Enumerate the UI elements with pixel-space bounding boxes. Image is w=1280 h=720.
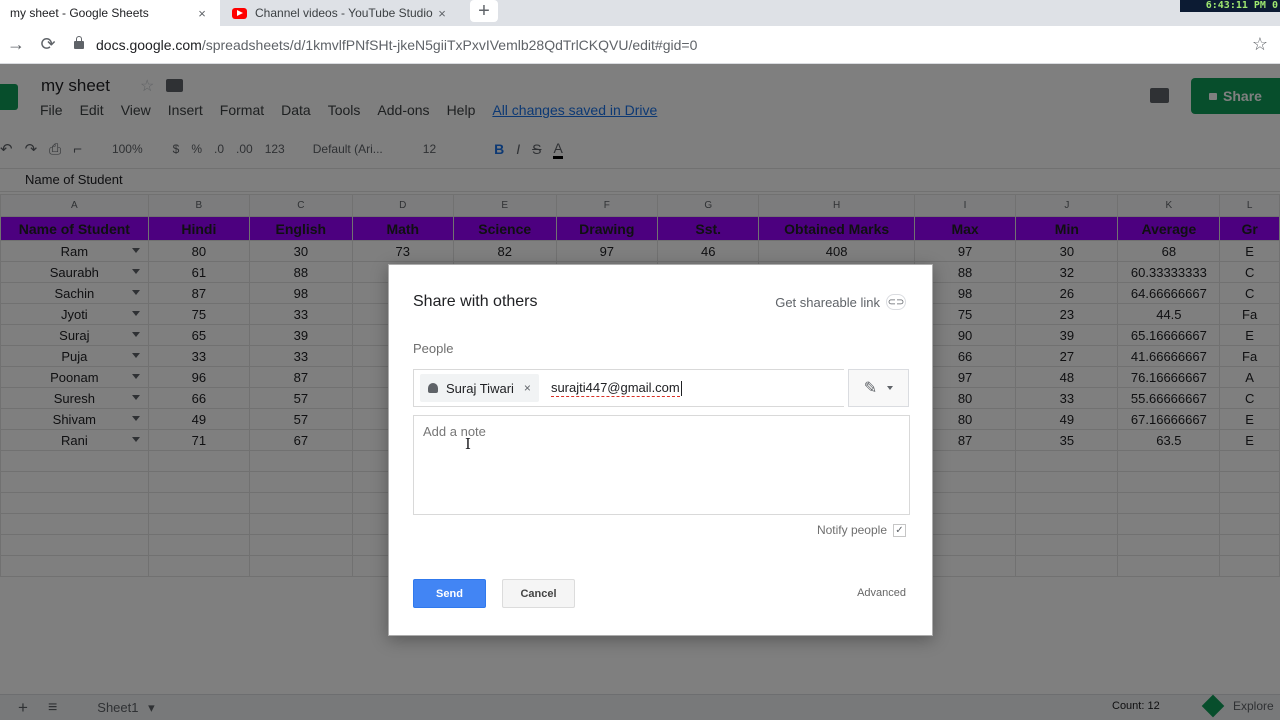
- forward-icon[interactable]: →: [0, 34, 32, 55]
- mouse-text-cursor-icon: I: [465, 435, 471, 453]
- note-textarea[interactable]: Add a note: [413, 415, 910, 515]
- notify-people-option[interactable]: Notify people ✓: [817, 523, 906, 537]
- notify-checkbox[interactable]: ✓: [893, 523, 906, 537]
- reload-icon[interactable]: ⟳: [32, 34, 64, 55]
- typed-email[interactable]: surajti447@gmail.com: [550, 380, 680, 397]
- tab-title: my sheet - Google Sheets: [10, 6, 149, 20]
- advanced-link[interactable]: Advanced: [857, 587, 906, 599]
- url-field[interactable]: docs.google.com/spreadsheets/d/1kmvlfPNf…: [74, 30, 1240, 60]
- youtube-icon: [232, 7, 247, 19]
- people-label: People: [413, 341, 454, 356]
- permission-dropdown[interactable]: ✎: [848, 369, 909, 407]
- person-chip[interactable]: Suraj Tiwari ×: [420, 374, 539, 402]
- link-icon: ⊂⊃: [886, 294, 906, 310]
- cancel-button[interactable]: Cancel: [502, 579, 575, 608]
- chevron-down-icon: [887, 386, 894, 390]
- tab-title: Channel videos - YouTube Studio: [255, 6, 433, 20]
- send-button[interactable]: Send: [413, 579, 486, 608]
- chip-name: Suraj Tiwari: [446, 380, 514, 396]
- new-tab-button[interactable]: +: [470, 0, 498, 22]
- tab-close-icon[interactable]: ×: [194, 6, 210, 21]
- address-bar: → ⟳ docs.google.com/spreadsheets/d/1kmvl…: [0, 26, 1280, 64]
- tab-google-sheets[interactable]: my sheet - Google Sheets ×: [0, 0, 220, 26]
- edit-pencil-icon: ✎: [863, 380, 878, 397]
- share-dialog: Share with others Get shareable link ⊂⊃ …: [388, 264, 933, 636]
- get-shareable-link-button[interactable]: Get shareable link ⊂⊃: [775, 294, 906, 310]
- desktop-clock: 6:43:11 PM 0: [1180, 0, 1280, 12]
- dialog-title: Share with others: [413, 293, 538, 310]
- url-host: docs.google.com: [96, 36, 202, 53]
- tab-youtube-studio[interactable]: Channel videos - YouTube Studio ×: [222, 0, 460, 26]
- person-icon: [428, 383, 438, 393]
- browser-tab-bar: my sheet - Google Sheets × Channel video…: [0, 0, 1280, 26]
- remove-person-icon[interactable]: ×: [524, 381, 531, 395]
- bookmark-star-icon[interactable]: ☆: [1240, 34, 1280, 55]
- people-input[interactable]: Suraj Tiwari × surajti447@gmail.com: [413, 369, 844, 407]
- url-path: /spreadsheets/d/1kmvlfPNfSHt-jkeN5giiTxP…: [201, 36, 698, 53]
- lock-icon: [74, 35, 84, 49]
- shareable-link-label: Get shareable link: [775, 294, 880, 310]
- text-caret: [680, 380, 682, 396]
- notify-label: Notify people: [816, 523, 887, 537]
- tab-close-icon[interactable]: ×: [434, 6, 450, 21]
